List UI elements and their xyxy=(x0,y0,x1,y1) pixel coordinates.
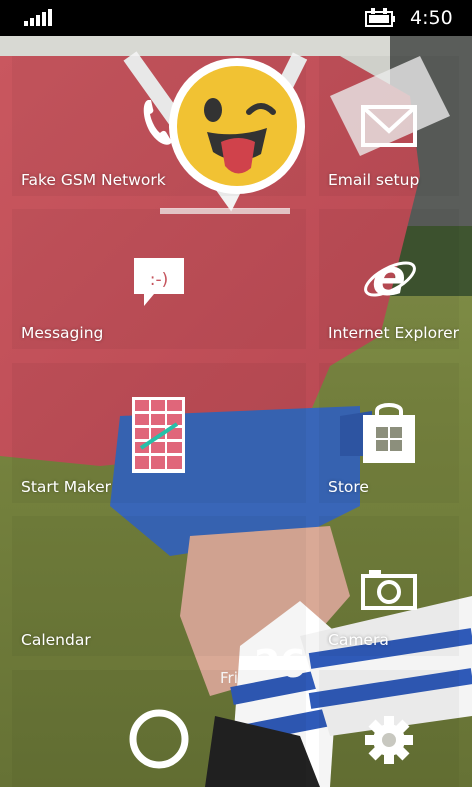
internet-explorer-icon: e xyxy=(364,249,416,307)
tile-label-start-maker: Start Maker xyxy=(21,478,111,496)
tile-label-calendar: Calendar xyxy=(21,631,91,649)
store-bag-icon xyxy=(363,403,415,463)
signal-strength-icon xyxy=(24,8,54,26)
tile-calendar[interactable]: Calendar xyxy=(12,516,306,656)
tile-label-internet-explorer: Internet Explorer xyxy=(328,324,459,342)
start-screen: Fake GSM Network Email setup :-) Messagi… xyxy=(0,36,472,787)
battery-charging-icon xyxy=(365,8,395,27)
tile-settings[interactable] xyxy=(319,670,459,787)
clock-time: 4:50 xyxy=(410,7,453,29)
tile-store[interactable]: Store xyxy=(319,363,459,503)
tile-messaging[interactable]: :-) Messaging xyxy=(12,209,306,349)
tile-label-camera: Camera xyxy=(328,631,389,649)
circle-icon xyxy=(129,709,189,769)
tile-label-store: Store xyxy=(328,478,369,496)
tile-internet-explorer[interactable]: e Internet Explorer xyxy=(319,209,459,349)
tile-email-setup[interactable]: Email setup xyxy=(319,56,459,196)
tile-camera[interactable]: Camera xyxy=(319,516,459,656)
svg-text:e: e xyxy=(372,249,406,307)
tile-fake-gsm-network[interactable]: Fake GSM Network xyxy=(12,56,306,196)
envelope-icon xyxy=(361,105,417,147)
status-bar: 4:50 xyxy=(0,0,472,36)
tile-label-email-setup: Email setup xyxy=(328,171,420,189)
gear-icon xyxy=(365,716,413,764)
tile-cortana[interactable] xyxy=(12,670,306,787)
tile-label-fake-gsm-network: Fake GSM Network xyxy=(21,171,166,189)
camera-icon xyxy=(361,570,417,610)
svg-text::-): :-) xyxy=(150,270,169,290)
tile-grid-icon xyxy=(132,397,185,473)
tile-label-messaging: Messaging xyxy=(21,324,104,342)
tile-start-maker[interactable]: Start Maker xyxy=(12,363,306,503)
message-bubble-icon: :-) xyxy=(134,258,184,306)
winking-face-emoji-icon xyxy=(169,58,305,194)
